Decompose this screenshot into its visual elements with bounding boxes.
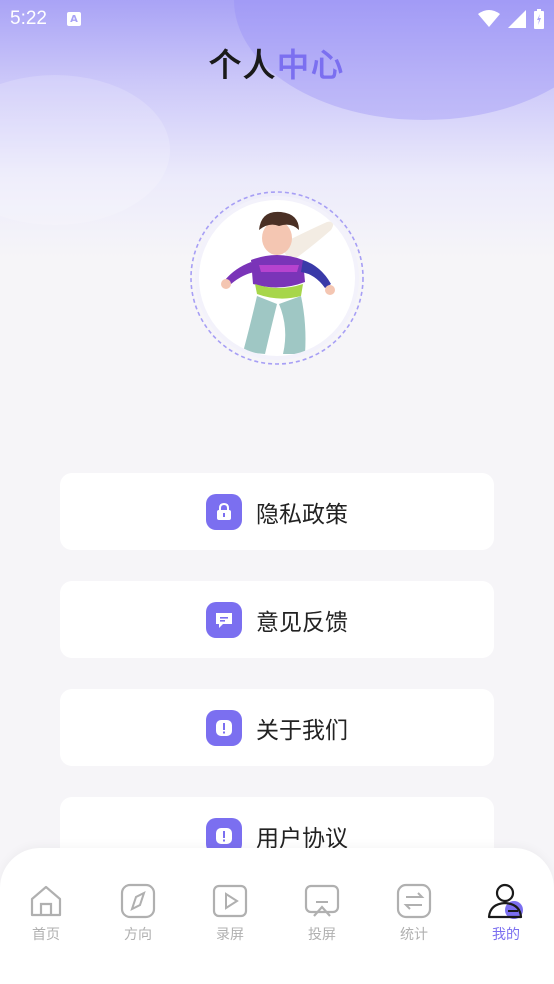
tab-home[interactable]: 首页	[0, 882, 92, 952]
status-time: 5:22	[10, 8, 47, 29]
menu-item-label: 隐私政策	[256, 501, 348, 528]
signal-icon	[508, 10, 526, 28]
lock-icon	[206, 493, 242, 530]
info-icon	[206, 709, 242, 746]
tab-label: 方向	[124, 927, 152, 943]
chat-icon	[206, 601, 242, 638]
tab-label: 统计	[400, 927, 428, 943]
avatar-figure-icon	[221, 211, 335, 354]
wifi-icon	[478, 10, 500, 27]
status-icons	[478, 9, 544, 29]
menu-item-label: 意见反馈	[256, 609, 348, 636]
tab-label: 我的	[492, 927, 520, 943]
page-title-part2: 中心	[277, 46, 346, 84]
tab-direction[interactable]: 方向	[92, 882, 184, 952]
notification-icon: A	[66, 12, 81, 26]
menu-item-privacy[interactable]: 隐私政策	[60, 473, 494, 550]
user-icon	[487, 883, 523, 919]
tab-stats[interactable]: 统计	[368, 882, 460, 952]
status-bar: 5:22 A	[0, 0, 554, 38]
tab-label: 首页	[32, 927, 60, 943]
tab-label: 投屏	[308, 927, 336, 943]
avatar-image	[199, 200, 355, 356]
bottom-tab-bar: 首页 方向 录屏 投屏 统计 我的	[0, 848, 554, 984]
avatar[interactable]	[187, 188, 367, 368]
menu-item-label: 关于我们	[256, 717, 348, 744]
switch-icon	[396, 883, 432, 919]
tab-mine[interactable]: 我的	[460, 882, 552, 952]
tab-record[interactable]: 录屏	[184, 882, 276, 952]
cast-icon	[304, 884, 340, 917]
tab-label: 录屏	[216, 927, 244, 943]
compass-icon	[120, 883, 156, 919]
menu-item-feedback[interactable]: 意见反馈	[60, 581, 494, 658]
menu-item-about[interactable]: 关于我们	[60, 689, 494, 766]
page-title: 个人中心	[0, 40, 554, 86]
home-icon	[30, 885, 62, 917]
tab-cast[interactable]: 投屏	[276, 882, 368, 952]
video-icon	[212, 884, 248, 918]
decor-blob	[0, 75, 170, 225]
page-title-part1: 个人	[208, 46, 277, 84]
battery-icon	[534, 9, 544, 29]
